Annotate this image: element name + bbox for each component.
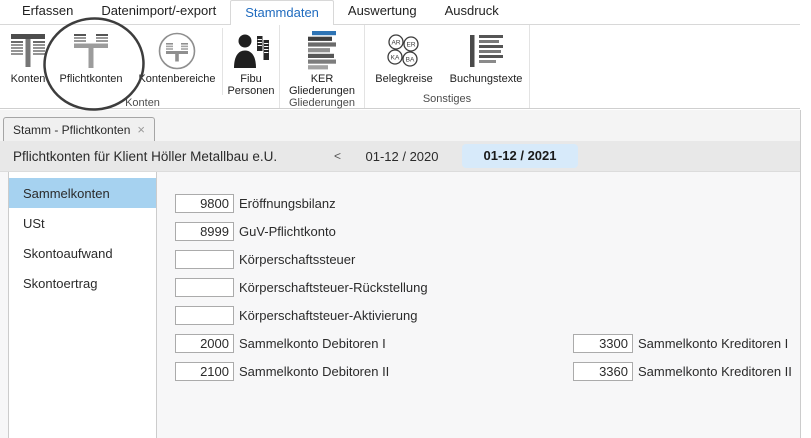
sammelkonto-debitoren-1-input[interactable] xyxy=(175,334,234,353)
ker-gliederungen-button[interactable]: KER Gliederungen xyxy=(280,25,364,97)
ribbon-item-label: KER Gliederungen xyxy=(288,73,356,97)
ribbon-item-label: Pflichtkonten xyxy=(59,73,123,85)
konten-button[interactable]: Konten xyxy=(6,25,50,97)
document-tab-stamm-pflichtkonten[interactable]: Stamm - Pflichtkonten × xyxy=(3,117,155,141)
fibu-personen-button[interactable]: Fibu Personen xyxy=(223,25,279,97)
ribbon-item-label: Konten xyxy=(10,73,46,85)
ribbon-group-label-gliederungen: Gliederungen xyxy=(288,97,356,109)
koerperschaftsteuer-aktivierung-input[interactable] xyxy=(175,306,234,325)
sidebar-item-skontoertrag[interactable]: Skontoertrag xyxy=(9,268,156,298)
previous-period-button[interactable]: < xyxy=(328,141,347,172)
ribbon-item-label: Kontenbereiche xyxy=(138,73,216,85)
koerperschaftsteuer-rueckstellung-input[interactable] xyxy=(175,278,234,297)
header-bar: Pflichtkonten für Klient Höller Metallba… xyxy=(0,141,800,172)
field-label: Körperschaftsteuer-Aktivierung xyxy=(239,308,418,323)
menu-tab-stammdaten[interactable]: Stammdaten xyxy=(230,0,334,25)
field-row: GuV-Pflichtkonto xyxy=(175,222,336,241)
field-label: Sammelkonto Kreditoren II xyxy=(638,364,792,379)
field-row: Körperschaftssteuer xyxy=(175,250,355,269)
belegkreise-button[interactable]: AR ER KA BA Belegkreise xyxy=(365,25,443,93)
buchungstexte-icon xyxy=(470,35,503,67)
ker-gliederungen-icon xyxy=(308,31,336,70)
field-label: Körperschaftsteuer-Rückstellung xyxy=(239,280,428,295)
sidebar-item-ust[interactable]: USt xyxy=(9,208,156,238)
belegkreis-badge-ka: KA xyxy=(391,54,400,61)
field-row: Körperschaftsteuer-Rückstellung xyxy=(175,278,428,297)
window-right-border xyxy=(800,110,801,438)
field-label: Sammelkonto Debitoren I xyxy=(239,336,386,351)
eroeffnungsbilanz-input[interactable] xyxy=(175,194,234,213)
konten-icon xyxy=(11,34,45,67)
ribbon-group-label-sonstiges: Sonstiges xyxy=(422,93,472,105)
ribbon-group-konten: Konten Pflichtkonten Kontenbereiche Fibu… xyxy=(6,25,280,109)
field-row: Eröffnungsbilanz xyxy=(175,194,336,213)
field-label: Sammelkonto Kreditoren I xyxy=(638,336,789,351)
kontenbereiche-icon xyxy=(158,32,196,70)
sidebar-item-skontoaufwand[interactable]: Skontoaufwand xyxy=(9,238,156,268)
field-row: Sammelkonto Kreditoren II xyxy=(573,362,792,381)
belegkreis-badge-er: ER xyxy=(406,41,415,48)
sammelkonto-kreditoren-2-input[interactable] xyxy=(573,362,633,381)
sidebar: Sammelkonten USt Skontoaufwand Skontoert… xyxy=(8,172,157,438)
application-window: Erfassen Datenimport/-export Stammdaten … xyxy=(0,0,811,438)
close-icon[interactable]: × xyxy=(137,123,145,136)
ribbon-item-label: Belegkreise xyxy=(375,73,433,85)
field-row: Sammelkonto Kreditoren I xyxy=(573,334,788,353)
field-row: Körperschaftsteuer-Aktivierung xyxy=(175,306,417,325)
menu-tab-ausdruck[interactable]: Ausdruck xyxy=(431,0,513,24)
ribbon-group-sonstiges: AR ER KA BA Belegkreise Buchungstexte So… xyxy=(365,25,530,108)
ribbon-item-label: Buchungstexte xyxy=(449,73,523,85)
menu-tab-datenimport-export[interactable]: Datenimport/-export xyxy=(87,0,230,24)
field-row: Sammelkonto Debitoren II xyxy=(175,362,389,381)
field-label: Körperschaftssteuer xyxy=(239,252,356,267)
ribbon-group-gliederungen: KER Gliederungen Gliederungen xyxy=(280,25,365,109)
buchungstexte-button[interactable]: Buchungstexte xyxy=(443,25,529,93)
period-2020-button[interactable]: 01-12 / 2020 xyxy=(362,141,442,172)
belegkreise-icon: AR ER KA BA xyxy=(387,34,419,67)
ribbon-group-label-konten: Konten xyxy=(125,97,160,109)
field-label: Eröffnungsbilanz xyxy=(239,196,336,211)
guv-pflichtkonto-input[interactable] xyxy=(175,222,234,241)
menu-tab-auswertung[interactable]: Auswertung xyxy=(334,0,431,24)
kontenbereiche-button[interactable]: Kontenbereiche xyxy=(132,25,222,97)
koerperschaftssteuer-input[interactable] xyxy=(175,250,234,269)
sidebar-item-sammelkonten[interactable]: Sammelkonten xyxy=(9,178,156,208)
content-area: Sammelkonten USt Skontoaufwand Skontoert… xyxy=(0,172,800,438)
sammelkonto-debitoren-2-input[interactable] xyxy=(175,362,234,381)
document-tab-strip: Stamm - Pflichtkonten × xyxy=(0,110,800,141)
ribbon-item-label: Fibu Personen xyxy=(227,73,275,97)
belegkreis-badge-ar: AR xyxy=(391,39,400,46)
ribbon: Konten Pflichtkonten Kontenbereiche Fibu… xyxy=(0,25,800,109)
fibu-personen-icon xyxy=(234,34,269,68)
field-row: Sammelkonto Debitoren I xyxy=(175,334,386,353)
period-2021-button-selected[interactable]: 01-12 / 2021 xyxy=(462,144,578,168)
pflichtkonten-button[interactable]: Pflichtkonten xyxy=(50,25,132,97)
sammelkonto-kreditoren-1-input[interactable] xyxy=(573,334,633,353)
page-title: Pflichtkonten für Klient Höller Metallba… xyxy=(13,149,278,164)
pflichtkonten-icon xyxy=(74,34,108,68)
document-tab-label: Stamm - Pflichtkonten xyxy=(13,122,131,137)
menu-bar: Erfassen Datenimport/-export Stammdaten … xyxy=(0,0,800,25)
field-label: GuV-Pflichtkonto xyxy=(239,224,336,239)
menu-tab-erfassen[interactable]: Erfassen xyxy=(8,0,87,24)
field-label: Sammelkonto Debitoren II xyxy=(239,364,390,379)
belegkreis-badge-ba: BA xyxy=(406,56,415,63)
